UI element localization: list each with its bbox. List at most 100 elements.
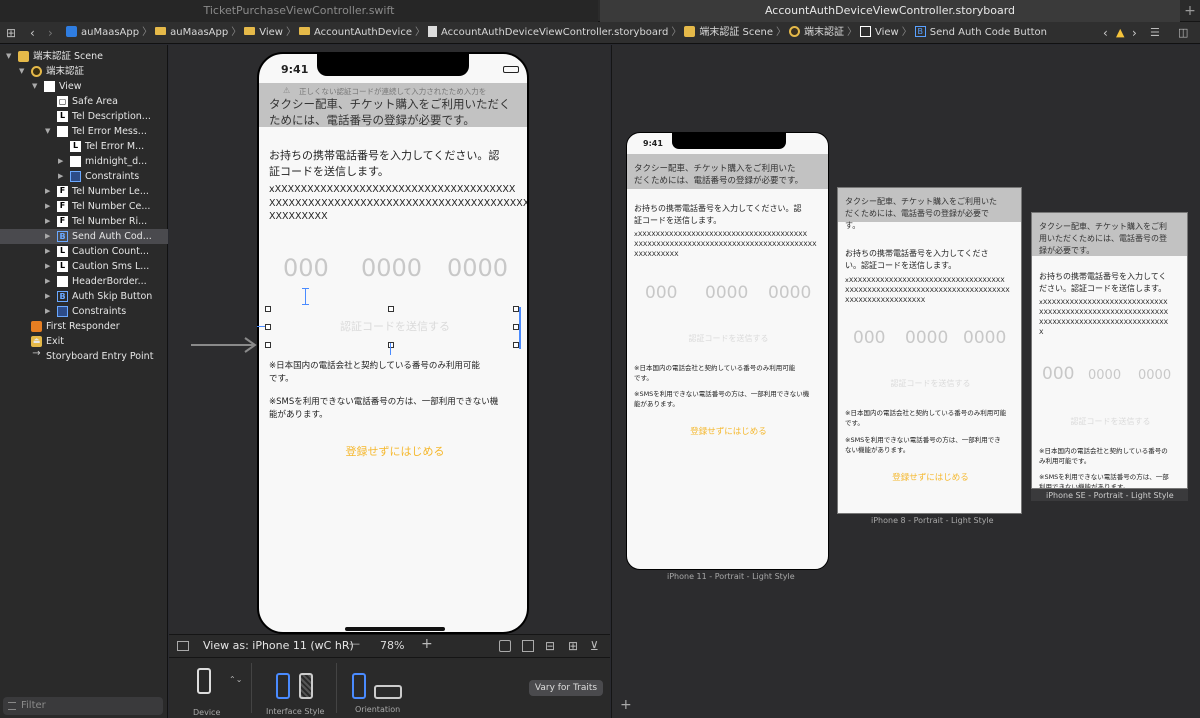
outline-item[interactable]: ▶ Constraints bbox=[0, 169, 168, 184]
outline-item[interactable]: ▶ B Auth Skip Button bbox=[0, 289, 168, 304]
constraints-icon bbox=[57, 306, 68, 317]
hide-outline-icon[interactable] bbox=[177, 641, 189, 651]
disclosure-closed-icon[interactable]: ▶ bbox=[45, 304, 50, 319]
outline-item[interactable]: ▶ HeaderBorder... bbox=[0, 274, 168, 289]
zoom-out-button[interactable]: — bbox=[349, 637, 360, 650]
update-frames-icon[interactable] bbox=[499, 640, 511, 652]
disclosure-closed-icon[interactable]: ▶ bbox=[58, 169, 63, 184]
next-issue-icon[interactable]: › bbox=[1132, 22, 1137, 44]
tab-ticket-purchase-swift[interactable]: TicketPurchaseViewController.swift bbox=[0, 0, 598, 22]
outline-item[interactable]: ▶ L Caution Count... bbox=[0, 244, 168, 259]
disclosure-closed-icon[interactable]: ▶ bbox=[45, 259, 50, 274]
outline-item[interactable]: First Responder bbox=[0, 319, 168, 334]
disclosure-closed-icon[interactable]: ▶ bbox=[45, 199, 50, 214]
breadcrumb-item-accountauthdevice[interactable]: AccountAuthDevice bbox=[298, 27, 412, 38]
outline-item[interactable]: ▶ B Send Auth Cod... bbox=[0, 229, 168, 244]
tel-number-center-field[interactable]: 0000 bbox=[361, 254, 422, 282]
auth-skip-button: 登録せずにはじめる bbox=[690, 427, 767, 437]
breadcrumb-item-vc[interactable]: 端末認証 bbox=[789, 25, 844, 38]
align-icon[interactable]: ⊟ bbox=[545, 639, 555, 653]
send-auth-code-button[interactable]: 認証コードを送信する bbox=[259, 318, 527, 334]
light-style-icon[interactable] bbox=[276, 673, 290, 699]
tel-number-right-field[interactable]: 0000 bbox=[447, 254, 508, 282]
back-arrow-icon[interactable]: ‹ bbox=[30, 22, 35, 44]
outline-item[interactable]: L Tel Description... bbox=[0, 109, 168, 124]
preview-canvas[interactable]: 9:41 タクシー配車、チケット購入をご利用いた だくためには、電話番号の登録が… bbox=[611, 45, 1200, 718]
disclosure-closed-icon[interactable]: ▶ bbox=[45, 289, 50, 304]
zoom-in-button[interactable]: + bbox=[421, 636, 433, 652]
caution-country-label: ※日本国内の電話会社と契約している番号の み利用可能です。 bbox=[1039, 447, 1168, 465]
disclosure-open-icon[interactable]: ▼ bbox=[6, 49, 11, 64]
view-as-label[interactable]: View as: iPhone 11 (wC hR) bbox=[203, 639, 354, 652]
leading-constraint bbox=[257, 326, 265, 327]
disclosure-open-icon[interactable]: ▼ bbox=[32, 79, 37, 94]
landscape-icon[interactable] bbox=[374, 685, 402, 699]
outline-item[interactable]: ⏏ Exit bbox=[0, 334, 168, 349]
selection-handle[interactable] bbox=[265, 324, 271, 330]
device-phone-icon[interactable] bbox=[197, 668, 211, 694]
related-items-icon[interactable]: ⊞ bbox=[6, 22, 16, 44]
warning-icon[interactable]: ▲ bbox=[1116, 22, 1124, 44]
outline-item[interactable]: ▶ F Tel Number Le... bbox=[0, 184, 168, 199]
selection-handle[interactable] bbox=[265, 342, 271, 348]
device-label: Device bbox=[193, 708, 221, 717]
embed-in-icon[interactable] bbox=[522, 640, 534, 652]
outline-item[interactable]: ▶ Constraints bbox=[0, 304, 168, 319]
vary-for-traits-button[interactable]: Vary for Traits bbox=[529, 680, 603, 696]
disclosure-closed-icon[interactable]: ▶ bbox=[45, 229, 50, 244]
outline-item[interactable]: ▢ Safe Area bbox=[0, 94, 168, 109]
auth-skip-button[interactable]: 登録せずにはじめる bbox=[259, 443, 527, 459]
breadcrumb-item-group[interactable]: auMaasApp bbox=[155, 27, 228, 38]
prev-issue-icon[interactable]: ‹ bbox=[1103, 22, 1108, 44]
breadcrumb-item-button[interactable]: B Send Auth Code Button bbox=[914, 25, 1047, 38]
selection-handle[interactable] bbox=[265, 306, 271, 312]
caution-sms-label: ※SMSを利用できない電話番号の方は、一部利用できない機 能があります。 bbox=[269, 397, 499, 420]
outline-item[interactable]: ▼ 端末認証 Scene bbox=[0, 49, 168, 64]
breadcrumb-item-viewnode[interactable]: View bbox=[860, 25, 899, 38]
disclosure-closed-icon[interactable]: ▶ bbox=[45, 274, 50, 289]
outline-item[interactable]: ▶ F Tel Number Ce... bbox=[0, 199, 168, 214]
orientation-label: Orientation bbox=[355, 705, 401, 714]
selection-handle[interactable] bbox=[388, 306, 394, 312]
storyboard-canvas-left[interactable]: 9:41 ⚠ 正しくない認証コードが連続して入力されたため入力を タクシー配車、… bbox=[169, 45, 610, 634]
disclosure-closed-icon[interactable]: ▶ bbox=[45, 214, 50, 229]
outline-item[interactable]: ▼ Tel Error Mess... bbox=[0, 124, 168, 139]
add-tab-button[interactable]: + bbox=[1180, 0, 1200, 22]
device-stepper-icon[interactable]: ⌃⌄ bbox=[229, 675, 242, 684]
selection-handle[interactable] bbox=[388, 342, 394, 348]
disclosure-closed-icon[interactable]: ▶ bbox=[45, 244, 50, 259]
label-icon: L bbox=[70, 141, 81, 152]
send-auth-code-button: 認証コードを送信する bbox=[1070, 417, 1151, 426]
breadcrumb-item-view[interactable]: View bbox=[244, 27, 283, 38]
disclosure-open-icon[interactable]: ▼ bbox=[19, 64, 24, 79]
tel-number-right-field: 0000 bbox=[1138, 368, 1172, 383]
tel-number-left-field[interactable]: 000 bbox=[283, 254, 329, 282]
dark-style-icon[interactable] bbox=[299, 673, 313, 699]
outline-item[interactable]: L Tel Error M... bbox=[0, 139, 168, 154]
filter-input[interactable]: Filter bbox=[3, 697, 163, 715]
view-icon bbox=[860, 25, 871, 37]
breadcrumb-item-scene[interactable]: 端末認証 Scene bbox=[684, 25, 773, 38]
outline-item[interactable]: → Storyboard Entry Point bbox=[0, 349, 168, 364]
breadcrumb-item-storyboard[interactable]: AccountAuthDeviceViewController.storyboa… bbox=[427, 25, 668, 38]
tab-account-auth-storyboard[interactable]: AccountAuthDeviceViewController.storyboa… bbox=[600, 0, 1180, 22]
outline-item[interactable]: ▼ View bbox=[0, 79, 168, 94]
resolve-issues-icon[interactable]: ⊻ bbox=[590, 639, 599, 653]
disclosure-closed-icon[interactable]: ▶ bbox=[58, 154, 63, 169]
preview-iphone8: タクシー配車、チケット購入をご利用いた だくためには、電話番号の登録が必要で す… bbox=[837, 187, 1022, 514]
portrait-icon[interactable] bbox=[352, 673, 366, 699]
caution-sms-label: ※SMSを利用できない電話番号の方は、一部利用できない機 能があります。 bbox=[634, 390, 810, 408]
split-editor-icon[interactable]: ◫ bbox=[1178, 22, 1188, 44]
breadcrumb-item-project[interactable]: auMaasApp bbox=[66, 25, 139, 38]
add-preview-button[interactable]: + bbox=[620, 697, 632, 713]
disclosure-open-icon[interactable]: ▼ bbox=[45, 124, 50, 139]
adjust-editor-icon[interactable]: ☰ bbox=[1150, 22, 1160, 44]
outline-item[interactable]: ▶ midnight_d... bbox=[0, 154, 168, 169]
disclosure-closed-icon[interactable]: ▶ bbox=[45, 184, 50, 199]
outline-item[interactable]: ▼ 端末認証 bbox=[0, 64, 168, 79]
outline-item[interactable]: ▶ F Tel Number Ri... bbox=[0, 214, 168, 229]
forward-arrow-icon[interactable]: › bbox=[48, 22, 53, 44]
outline-item[interactable]: ▶ L Caution Sms L... bbox=[0, 259, 168, 274]
outline-item-label: Tel Number Le... bbox=[72, 186, 149, 197]
add-constraints-icon[interactable]: ⊞ bbox=[568, 639, 578, 653]
